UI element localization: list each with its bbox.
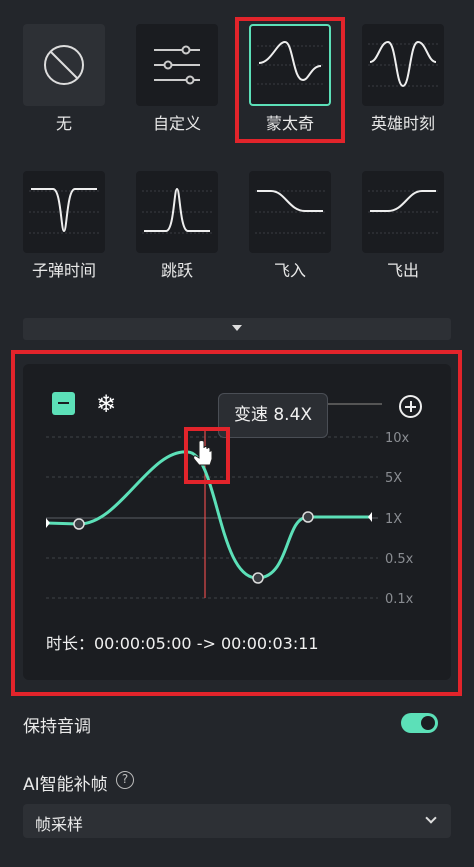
highlight-box-editor: [11, 350, 462, 696]
toggle-knob: [421, 716, 435, 730]
ai-frame-select-value: 帧采样: [35, 815, 84, 834]
help-icon[interactable]: ?: [116, 771, 134, 789]
chevron-down-icon: [425, 812, 437, 824]
ai-frame-label: AI智能补帧: [23, 775, 108, 795]
ai-frame-select[interactable]: 帧采样: [23, 804, 451, 838]
keep-pitch-label: 保持音调: [23, 717, 91, 737]
keep-pitch-toggle[interactable]: [401, 713, 438, 733]
